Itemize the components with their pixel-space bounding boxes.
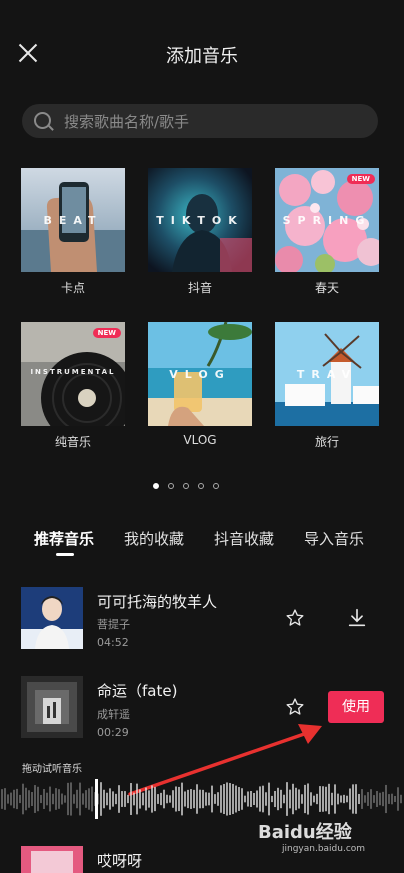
tab-underline xyxy=(56,553,74,556)
song-duration: 04:52 xyxy=(97,636,129,649)
header: 添加音乐 xyxy=(0,0,404,100)
song-title: 哎呀呀 xyxy=(97,852,143,870)
category-beat[interactable]: BEAT 卡点 xyxy=(21,164,125,295)
category-vlog[interactable]: VLOG VLOG xyxy=(148,318,252,447)
song-cover xyxy=(21,846,83,873)
category-label: 旅行 xyxy=(314,435,339,449)
baidu-watermark: Baidu经验 jingyan.baidu.com xyxy=(258,818,365,854)
category-travel[interactable]: TRAV 旅行 xyxy=(275,318,379,449)
category-thumbnail: SPRING NEW xyxy=(275,168,379,272)
song-cover xyxy=(21,587,83,649)
download-icon[interactable] xyxy=(346,607,368,629)
category-overlay-text: TRAV xyxy=(296,368,358,381)
new-badge: NEW xyxy=(346,174,375,184)
tab-douyin-favorites[interactable]: 抖音收藏 xyxy=(214,528,274,549)
audio-waveform[interactable] xyxy=(0,776,404,822)
page-title: 添加音乐 xyxy=(166,46,238,67)
search-bar[interactable] xyxy=(22,104,378,140)
tab-recommended[interactable]: 推荐音乐 xyxy=(34,528,94,549)
category-label: 抖音 xyxy=(187,281,212,295)
tab-my-favorites[interactable]: 我的收藏 xyxy=(124,528,184,549)
search-icon xyxy=(34,112,51,129)
category-label: 春天 xyxy=(314,281,339,295)
category-overlay-text: TIKTOK xyxy=(156,214,244,227)
category-label: 纯音乐 xyxy=(54,435,91,449)
pagination-dot-active[interactable] xyxy=(153,483,159,489)
song-artist: 菩提子 xyxy=(97,618,130,631)
category-thumbnail: INSTRUMENTAL NEW xyxy=(21,322,125,426)
pagination-dot[interactable] xyxy=(168,483,174,489)
category-overlay-text: VLOG xyxy=(169,368,231,381)
new-badge: NEW xyxy=(92,328,121,338)
category-instrumental[interactable]: INSTRUMENTAL NEW 纯音乐 xyxy=(21,318,125,449)
category-thumbnail: TIKTOK xyxy=(148,168,252,272)
drag-preview-hint: 拖动试听音乐 xyxy=(22,764,82,775)
watermark-url: jingyan.baidu.com xyxy=(282,844,366,854)
pagination-dots xyxy=(153,474,228,493)
category-thumbnail: VLOG xyxy=(148,322,252,426)
category-label: 卡点 xyxy=(60,281,85,295)
waveform-playhead[interactable] xyxy=(95,779,98,819)
pagination-dot[interactable] xyxy=(213,483,219,489)
category-label: VLOG xyxy=(183,433,217,447)
category-overlay-text: SPRING xyxy=(282,214,372,227)
category-spring[interactable]: SPRING NEW 春天 xyxy=(275,164,379,295)
watermark-logo: Baidu经验 xyxy=(258,822,352,843)
category-thumbnail: BEAT xyxy=(21,168,125,272)
category-overlay-text: BEAT xyxy=(43,214,103,227)
search-input[interactable] xyxy=(62,104,366,140)
song-title: 命运（fate) xyxy=(97,682,178,700)
favorite-star-icon[interactable] xyxy=(285,608,305,628)
pagination-dot[interactable] xyxy=(198,483,204,489)
category-overlay-text: INSTRUMENTAL xyxy=(30,368,116,376)
song-title: 可可托海的牧羊人 xyxy=(97,593,218,611)
category-thumbnail: TRAV xyxy=(275,322,379,426)
song-row[interactable]: 可可托海的牧羊人 菩提子 04:52 xyxy=(0,587,404,653)
category-tiktok[interactable]: TIKTOK 抖音 xyxy=(148,164,252,295)
pagination-dot[interactable] xyxy=(183,483,189,489)
tab-import-music[interactable]: 导入音乐 xyxy=(304,528,364,549)
